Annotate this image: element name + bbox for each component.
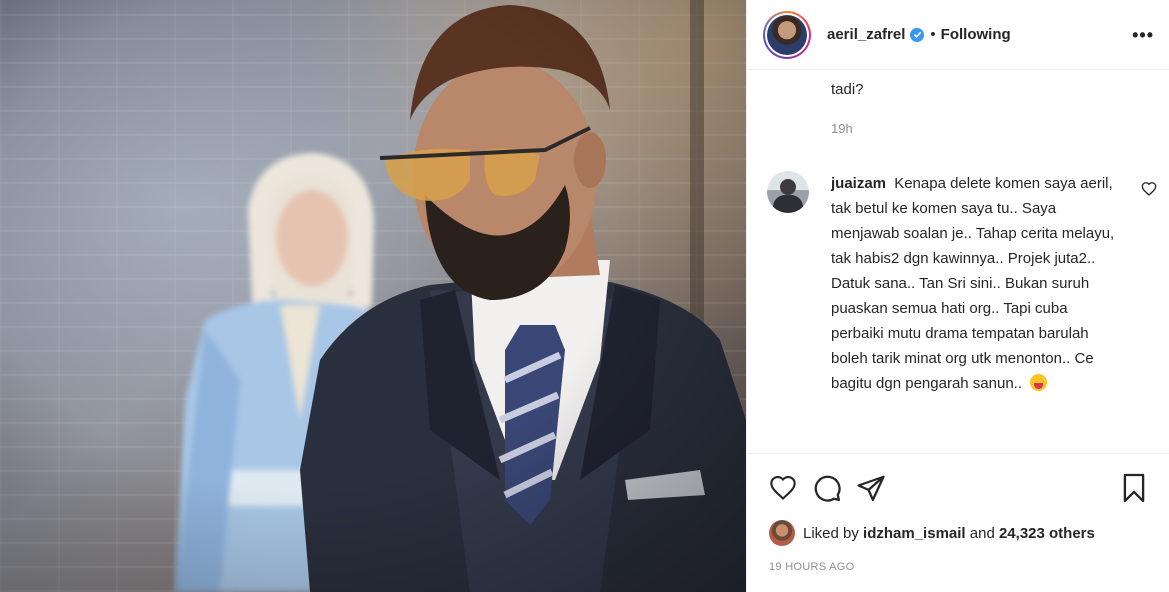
comment-item: juaizam Kenapa delete komen saya aeril, … <box>767 171 1157 396</box>
comment-body: juaizam Kenapa delete komen saya aeril, … <box>831 171 1121 396</box>
likes-prefix: Liked by <box>803 524 859 542</box>
post-photo[interactable] <box>0 0 746 592</box>
post-header: aeril_zafrel • Following ••• <box>747 0 1169 70</box>
more-options-icon[interactable]: ••• <box>1132 26 1154 44</box>
commenter-username[interactable]: juaizam <box>831 175 886 192</box>
post-timestamp[interactable]: 19 HOURS AGO <box>769 561 855 573</box>
header-separator: • <box>930 26 936 43</box>
likes-others-count[interactable]: 24,323 others <box>999 525 1095 542</box>
likes-and: and <box>969 524 995 542</box>
paper-plane-icon[interactable] <box>851 468 891 508</box>
author-avatar-image <box>767 14 807 55</box>
likes-summary: Liked by idzham_ismail and 24,323 others <box>769 520 1095 546</box>
comment-text: Kenapa delete komen saya aeril, tak betu… <box>831 175 1115 392</box>
action-bar <box>763 468 1154 508</box>
post-sidebar: aeril_zafrel • Following ••• tadi? 19h j… <box>746 0 1169 592</box>
heart-icon[interactable] <box>763 468 803 508</box>
avatar-border <box>765 12 809 57</box>
author-avatar[interactable] <box>763 10 811 59</box>
photo-vignette <box>0 0 746 592</box>
comments-list[interactable]: tadi? 19h juaizam Kenapa delete komen sa… <box>747 71 1169 453</box>
author-username[interactable]: aeril_zafrel <box>827 26 905 43</box>
liker-username[interactable]: idzham_ismail <box>863 525 966 542</box>
commenter-avatar[interactable] <box>767 171 809 213</box>
comment-bubble-icon[interactable] <box>807 468 847 508</box>
tongue-out-emoji-icon <box>1030 374 1048 391</box>
previous-comment-text: tadi? <box>831 81 864 98</box>
following-button[interactable]: Following <box>941 26 1011 43</box>
bookmark-icon[interactable] <box>1114 468 1154 508</box>
post-footer: Liked by idzham_ismail and 24,323 others… <box>747 453 1169 592</box>
previous-comment-time[interactable]: 19h <box>831 121 853 136</box>
liker-avatar[interactable] <box>769 520 795 546</box>
verified-badge-icon <box>910 27 925 42</box>
comment-like-heart-icon[interactable] <box>1141 181 1157 202</box>
